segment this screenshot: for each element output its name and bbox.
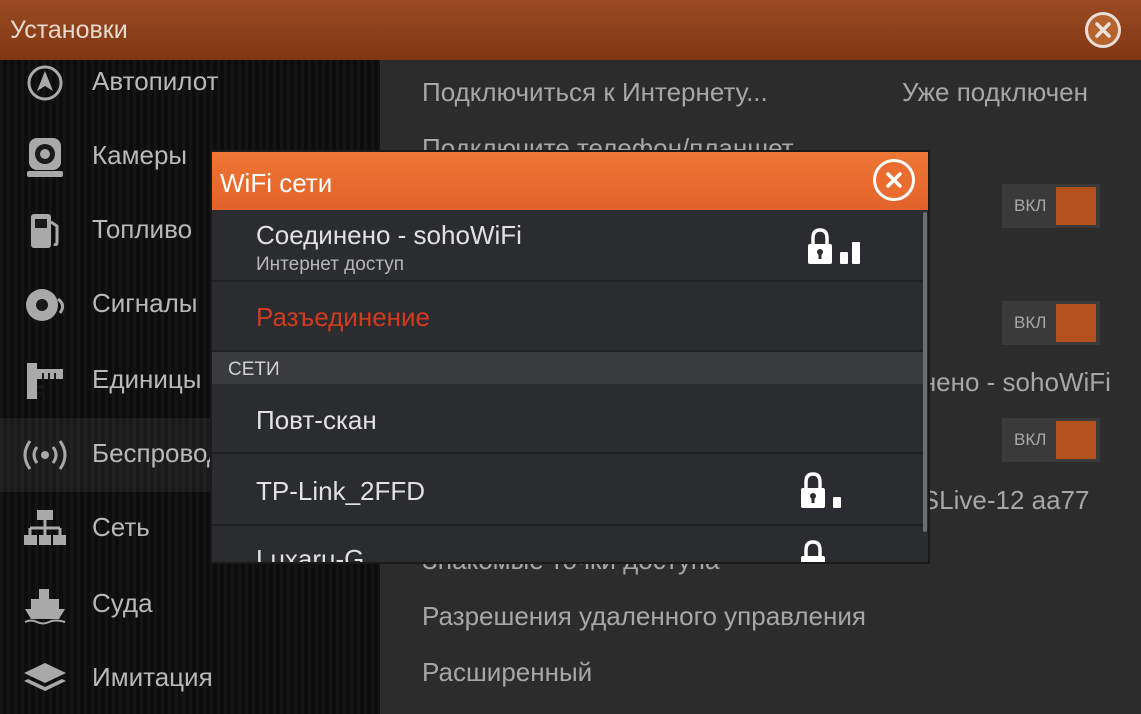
network-icon xyxy=(20,506,70,552)
close-icon xyxy=(1095,22,1111,38)
advanced-item[interactable]: Расширенный xyxy=(422,657,592,688)
toggle-label: ВКЛ xyxy=(1014,196,1047,215)
networks-section-header: СЕТИ xyxy=(212,352,924,384)
networks-section-label: СЕТИ xyxy=(228,359,280,380)
toggle-knob xyxy=(1056,304,1096,342)
toggle-label: ВКЛ xyxy=(1014,313,1047,332)
sidebar-item-label: Суда xyxy=(92,588,153,618)
sidebar-item-label: Сигналы xyxy=(92,288,198,318)
connected-network-status: Интернет доступ xyxy=(256,254,405,275)
sidebar-item-label: Топливо xyxy=(92,214,193,244)
toggle-label: ВКЛ xyxy=(1014,430,1047,449)
connected-network-name: Соединено - sohoWiFi xyxy=(256,220,522,250)
autopilot-icon xyxy=(20,60,70,106)
lock-signal-icon xyxy=(800,540,848,562)
wifi-toggle-2[interactable]: ВКЛ xyxy=(1002,301,1100,345)
wifi-toggle-1[interactable]: ВКЛ xyxy=(1002,184,1100,228)
ruler-units-icon xyxy=(20,358,70,404)
camera-icon xyxy=(20,134,70,180)
dialog-scrollbar[interactable] xyxy=(923,212,927,532)
settings-close-button[interactable] xyxy=(1085,12,1121,48)
sidebar-item-label: Имитация xyxy=(92,662,213,692)
dialog-header: WiFi сети xyxy=(212,152,928,210)
wifi-toggle-3[interactable]: ВКЛ xyxy=(1002,418,1100,462)
settings-screen: Установки Автопилот Камеры Топливо Сигна… xyxy=(0,0,1141,714)
sidebar-item-vessels[interactable]: Суда xyxy=(0,568,380,642)
wireless-icon xyxy=(20,432,70,478)
network-name: Luxaru-G xyxy=(256,544,365,562)
sidebar-item-autopilot[interactable]: Автопилот xyxy=(0,46,380,120)
dialog-title: WiFi сети xyxy=(220,168,333,198)
toggle-knob xyxy=(1056,187,1096,225)
remote-control-permissions-item[interactable]: Разрешения удаленного управления xyxy=(422,601,866,632)
dialog-close-button[interactable] xyxy=(873,159,915,201)
internet-connect-item[interactable]: Подключиться к Интернету... xyxy=(422,77,768,108)
network-row[interactable]: Luxaru-G xyxy=(212,526,924,562)
layers-simulation-icon xyxy=(20,656,70,702)
disconnect-row[interactable]: Разъединение xyxy=(212,282,924,352)
sidebar-item-label: Камеры xyxy=(92,140,188,170)
sidebar-item-simulation[interactable]: Имитация xyxy=(0,642,380,714)
toggle-knob xyxy=(1056,421,1096,459)
close-icon xyxy=(886,172,902,188)
vessel-icon xyxy=(20,582,70,628)
settings-title: Установки xyxy=(10,16,128,44)
sidebar-item-label: Единицы xyxy=(92,364,202,394)
rescan-row[interactable]: Повт-скан xyxy=(212,384,924,454)
fuel-pump-icon xyxy=(20,208,70,254)
rescan-button[interactable]: Повт-скан xyxy=(256,405,377,436)
network-name: TP-Link_2FFD xyxy=(256,476,426,506)
sidebar-item-label: Сеть xyxy=(92,512,150,542)
wifi-networks-dialog: WiFi сети Соединено - sohoWiFi Интернет … xyxy=(212,152,928,562)
connected-network-row[interactable]: Соединено - sohoWiFi Интернет доступ xyxy=(212,210,924,282)
dialog-body: Соединено - sohoWiFi Интернет доступ Раз… xyxy=(212,210,928,562)
network-row[interactable]: TP-Link_2FFD xyxy=(212,454,924,526)
lock-signal-icon xyxy=(807,228,863,266)
lock-signal-icon xyxy=(800,472,848,510)
alarm-bell-icon xyxy=(20,282,70,328)
internet-status: Уже подключен xyxy=(902,77,1088,107)
sidebar-item-label: Автопилот xyxy=(92,66,219,96)
disconnect-button[interactable]: Разъединение xyxy=(256,302,430,333)
